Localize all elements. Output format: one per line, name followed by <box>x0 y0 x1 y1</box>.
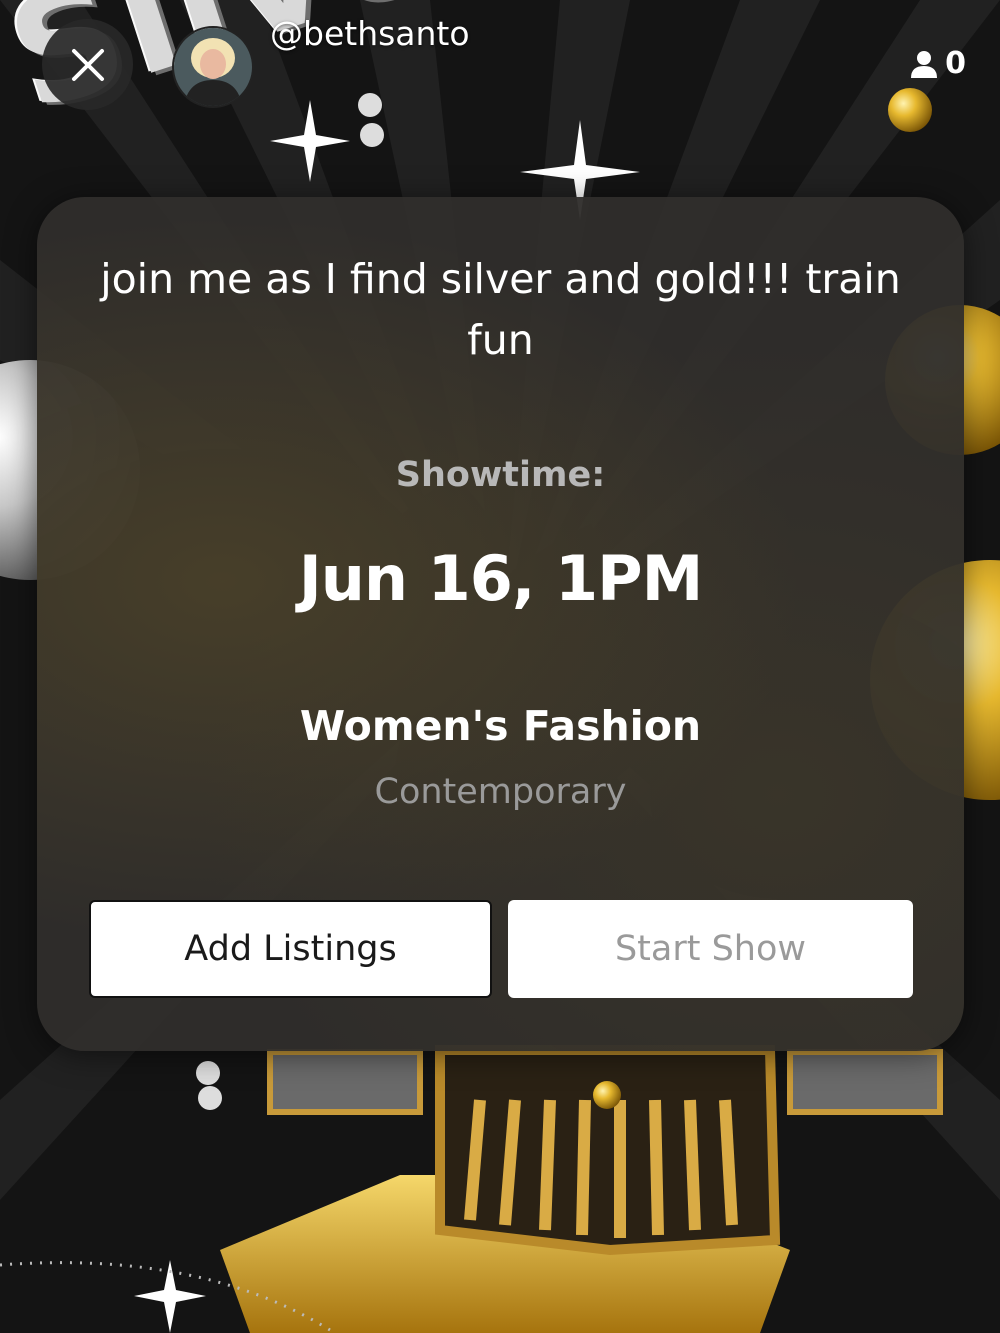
add-listings-button[interactable]: Add Listings <box>89 900 492 998</box>
start-show-button[interactable]: Start Show <box>508 900 913 998</box>
show-subcategory: Contemporary <box>374 772 627 812</box>
host-handle[interactable]: @bethsanto <box>270 14 470 53</box>
start-show-label: Start Show <box>614 929 807 969</box>
showtime-value: Jun 16, 1PM <box>298 542 704 615</box>
close-button[interactable] <box>42 19 133 110</box>
host-avatar[interactable] <box>172 26 254 108</box>
close-icon <box>71 48 104 81</box>
show-category: Women's Fashion <box>299 702 702 750</box>
viewer-count: 0 <box>909 46 966 81</box>
avatar-image <box>174 28 252 106</box>
show-details-card: join me as I find silver and gold!!! tra… <box>37 197 964 1051</box>
add-listings-label: Add Listings <box>184 929 397 969</box>
show-title: join me as I find silver and gold!!! tra… <box>100 255 901 364</box>
showtime-label: Showtime: <box>395 455 606 495</box>
person-icon <box>911 50 938 78</box>
viewer-count-value: 0 <box>945 46 966 81</box>
